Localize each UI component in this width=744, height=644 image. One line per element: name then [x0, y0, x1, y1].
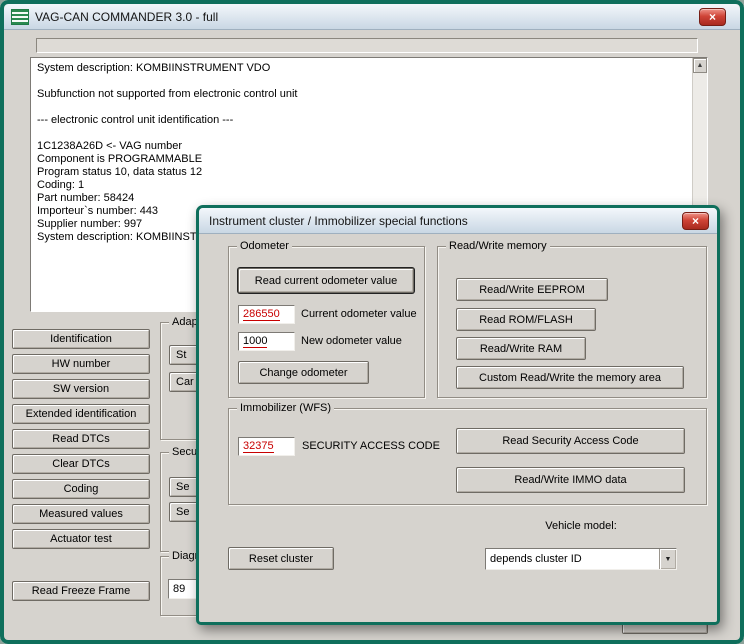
dialog-title: Instrument cluster / Immobilizer special… — [209, 214, 468, 228]
sidebar-button-hw-number[interactable]: HW number — [12, 354, 150, 374]
sidebar-button-sw-version[interactable]: SW version — [12, 379, 150, 399]
memory-group-label: Read/Write memory — [446, 240, 550, 252]
new-odometer-field[interactable]: 1000 — [238, 332, 295, 351]
security-code-field[interactable]: 32375 — [238, 437, 295, 456]
security-code-label: SECURITY ACCESS CODE — [302, 440, 440, 452]
vehicle-model-select[interactable]: depends cluster ID ▼ — [485, 548, 677, 570]
immobilizer-group: Immobilizer (WFS) 32375 SECURITY ACCESS … — [228, 408, 707, 505]
read-write-eeprom-button[interactable]: Read/Write EEPROM — [456, 278, 608, 301]
sidebar-button-identification[interactable]: Identification — [12, 329, 150, 349]
scroll-up-icon: ▲ — [697, 62, 704, 69]
sidebar-button-read-dtcs[interactable]: Read DTCs — [12, 429, 150, 449]
window-title: VAG-CAN COMMANDER 3.0 - full — [35, 10, 218, 24]
reset-cluster-button[interactable]: Reset cluster — [228, 547, 334, 570]
immobilizer-group-label: Immobilizer (WFS) — [237, 402, 334, 414]
vehicle-model-value: depends cluster ID — [486, 549, 659, 569]
change-odometer-button[interactable]: Change odometer — [238, 361, 369, 384]
new-odometer-label: New odometer value — [301, 335, 402, 347]
app-icon — [11, 9, 29, 25]
memory-group: Read/Write memory Read/Write EEPROM Read… — [437, 246, 707, 398]
custom-memory-button[interactable]: Custom Read/Write the memory area — [456, 366, 684, 389]
current-odometer-label: Current odometer value — [301, 308, 417, 320]
dialog-titlebar: Instrument cluster / Immobilizer special… — [199, 208, 717, 234]
progress-bar — [36, 38, 698, 53]
dropdown-arrow-icon[interactable]: ▼ — [659, 549, 676, 569]
close-icon: × — [692, 214, 699, 228]
dialog-body: Odometer Read current odometer value 286… — [199, 234, 717, 622]
special-functions-dialog: Instrument cluster / Immobilizer special… — [196, 205, 720, 625]
read-rom-flash-button[interactable]: Read ROM/FLASH — [456, 308, 596, 331]
dialog-close-button[interactable]: × — [682, 212, 709, 230]
close-icon: × — [709, 10, 716, 24]
sidebar-button-actuator-test[interactable]: Actuator test — [12, 529, 150, 549]
sidebar-button-measured-values[interactable]: Measured values — [12, 504, 150, 524]
sidebar-button-clear-dtcs[interactable]: Clear DTCs — [12, 454, 150, 474]
read-odometer-button[interactable]: Read current odometer value — [238, 268, 414, 293]
vehicle-model-label: Vehicle model: — [485, 520, 677, 532]
scroll-up-button[interactable]: ▲ — [693, 58, 707, 73]
window-titlebar: VAG-CAN COMMANDER 3.0 - full × — [4, 4, 740, 30]
sidebar-button-read-freeze-frame[interactable]: Read Freeze Frame — [12, 581, 150, 601]
read-write-ram-button[interactable]: Read/Write RAM — [456, 337, 586, 360]
read-write-immo-button[interactable]: Read/Write IMMO data — [456, 467, 685, 493]
sidebar-button-extended-identification[interactable]: Extended identification — [12, 404, 150, 424]
window-close-button[interactable]: × — [699, 8, 726, 26]
sidebar-button-coding[interactable]: Coding — [12, 479, 150, 499]
read-security-code-button[interactable]: Read Security Access Code — [456, 428, 685, 454]
app-window: VAG-CAN COMMANDER 3.0 - full × System de… — [0, 0, 744, 644]
odometer-group: Odometer Read current odometer value 286… — [228, 246, 425, 398]
current-odometer-field[interactable]: 286550 — [238, 305, 295, 324]
odometer-group-label: Odometer — [237, 240, 292, 252]
